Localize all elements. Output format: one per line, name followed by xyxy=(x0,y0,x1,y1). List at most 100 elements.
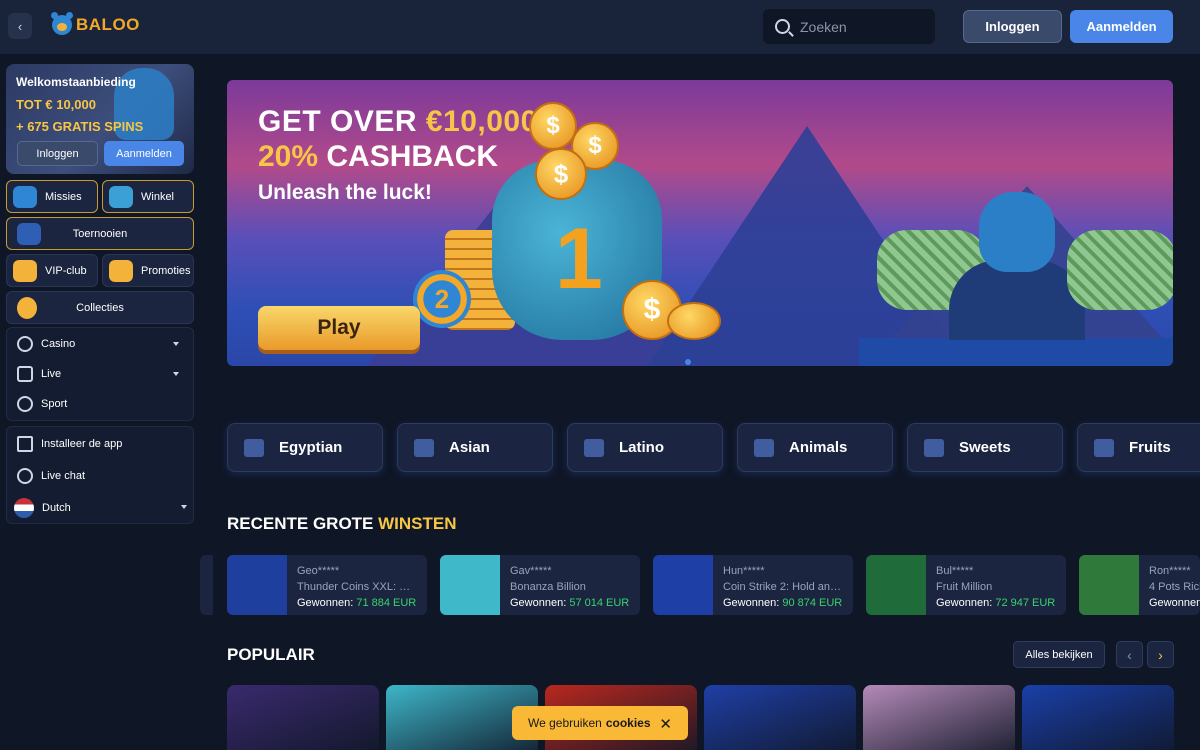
search-box[interactable] xyxy=(763,9,935,44)
win-amount: 72 947 EUR xyxy=(995,597,1056,609)
shop-tile[interactable]: Winkel xyxy=(102,180,194,213)
won-label: Gewonnen: xyxy=(936,597,996,609)
caret-down-icon xyxy=(173,342,179,346)
spade-icon xyxy=(17,336,33,352)
banner-subline: Unleash the luck! xyxy=(258,181,432,204)
nav-sport[interactable]: Sport xyxy=(7,389,193,419)
popular-title: POPULAIR xyxy=(227,645,315,664)
game-card[interactable] xyxy=(863,685,1015,750)
promo-title: Welkomstaanbieding xyxy=(16,75,136,89)
tournaments-tile[interactable]: Toernooien xyxy=(6,217,194,250)
category-label: Animals xyxy=(789,439,848,456)
win-card[interactable]: Bul***** Fruit Million Gewonnen: 72 947 EU… xyxy=(866,555,1066,615)
casino-chip-image: 2 xyxy=(413,270,471,328)
win-card-partial xyxy=(200,555,213,615)
close-icon[interactable]: ✕ xyxy=(659,715,672,733)
win-card[interactable]: Geo***** Thunder Coins XXL: Hold and Win G… xyxy=(227,555,427,615)
nav-casino[interactable]: Casino xyxy=(7,329,193,359)
next-arrow-button[interactable]: › xyxy=(1147,641,1174,668)
prev-arrow-button[interactable]: ‹ xyxy=(1116,641,1143,668)
category-label: Asian xyxy=(449,439,490,456)
search-input[interactable] xyxy=(800,18,920,35)
main-nav: Casino Live Sport xyxy=(6,327,194,421)
install-app-label: Installeer de app xyxy=(41,438,123,450)
win-card[interactable]: Ron***** 4 Pots Riches Gewonnen: xyxy=(1079,555,1200,615)
banner-cashback: 20% CASHBACK xyxy=(258,140,499,173)
collections-label: Collecties xyxy=(76,301,124,314)
game-card[interactable] xyxy=(1022,685,1174,750)
category-icon xyxy=(754,438,774,457)
coin-icon: $ xyxy=(529,102,577,150)
install-app-item[interactable]: Installeer de app xyxy=(7,428,193,460)
promo-amount: TOT € 10,000 xyxy=(16,97,96,112)
win-game: Thunder Coins XXL: Hold and Win xyxy=(297,581,417,593)
vip-label: VIP-club xyxy=(45,264,87,277)
win-card[interactable]: Gav***** Bonanza Billion Gewonnen: 57 014 … xyxy=(440,555,640,615)
bear-suit-image xyxy=(949,260,1085,340)
logo[interactable]: BALOO xyxy=(51,12,140,35)
welcome-offer-card[interactable]: Welkomstaanbieding TOT € 10,000 + 675 GR… xyxy=(6,64,194,174)
play-button[interactable]: Play xyxy=(258,306,420,350)
chat-bubble-icon xyxy=(17,468,33,484)
category-latino[interactable]: Latino xyxy=(567,423,723,472)
coin-icon xyxy=(667,302,721,340)
win-card[interactable]: Hun***** Coin Strike 2: Hold and Win Gewon… xyxy=(653,555,853,615)
search-icon xyxy=(775,19,790,34)
shield-star-icon xyxy=(17,223,41,245)
nav-live-label: Live xyxy=(41,368,62,380)
sidebar: Welkomstaanbieding TOT € 10,000 + 675 GR… xyxy=(0,54,200,750)
ball-icon xyxy=(17,396,33,412)
category-asian[interactable]: Asian xyxy=(397,423,553,472)
game-card[interactable] xyxy=(227,685,379,750)
promotions-tile[interactable]: Promoties xyxy=(102,254,194,287)
promo-login-button[interactable]: Inloggen xyxy=(17,141,98,166)
win-user: Ron***** xyxy=(1149,565,1191,577)
category-animals[interactable]: Animals xyxy=(737,423,893,472)
vip-tile[interactable]: VIP-club xyxy=(6,254,98,287)
secondary-nav: Installeer de app Live chat Dutch xyxy=(6,426,194,524)
crown-icon xyxy=(13,259,37,282)
logo-text: BALOO xyxy=(76,15,140,34)
login-button[interactable]: Inloggen xyxy=(963,10,1062,43)
language-select[interactable]: Dutch xyxy=(7,492,193,524)
category-icon xyxy=(244,438,264,457)
category-fruits[interactable]: Fruits xyxy=(1077,423,1200,472)
bear-mascot-image xyxy=(979,192,1055,272)
tournaments-label: Toernooien xyxy=(72,227,128,240)
poker-table-image xyxy=(859,338,1173,366)
live-chat-item[interactable]: Live chat xyxy=(7,460,193,492)
promo-register-button[interactable]: Aanmelden xyxy=(104,141,184,166)
cash-fan-image xyxy=(1067,230,1173,310)
won-label: Gewonnen: xyxy=(1149,597,1200,609)
top-header: ‹ BALOO Inloggen Aanmelden xyxy=(0,0,1200,54)
cookie-bold: cookies xyxy=(605,716,651,730)
cookie-banner: We gebruiken cookies ✕ xyxy=(512,706,688,740)
won-label: Gewonnen: xyxy=(723,597,783,609)
missions-tile[interactable]: Missies xyxy=(6,180,98,213)
nav-live[interactable]: Live xyxy=(7,359,193,389)
collections-tile[interactable]: Collecties xyxy=(6,291,194,324)
category-icon xyxy=(1094,438,1114,457)
hero-banner[interactable]: GET OVER €10,000 + 20% CASHBACK Unleash … xyxy=(227,80,1173,366)
caret-down-icon xyxy=(181,505,187,509)
back-button[interactable]: ‹ xyxy=(8,13,32,39)
category-egyptian[interactable]: Egyptian xyxy=(227,423,383,472)
nav-sport-label: Sport xyxy=(41,398,68,410)
win-amount: 90 874 EUR xyxy=(782,597,843,609)
cookie-text: We gebruiken xyxy=(528,716,602,730)
medal-icon xyxy=(17,297,37,319)
game-card[interactable] xyxy=(704,685,856,750)
carousel-dot[interactable] xyxy=(685,359,691,365)
category-label: Sweets xyxy=(959,439,1011,456)
category-sweets[interactable]: Sweets xyxy=(907,423,1063,472)
caret-down-icon xyxy=(173,372,179,376)
netherlands-flag-icon xyxy=(14,498,34,518)
bag-number: 1 xyxy=(555,211,603,307)
bear-logo-icon xyxy=(51,12,73,35)
shop-icon xyxy=(109,185,133,208)
register-button[interactable]: Aanmelden xyxy=(1070,10,1173,43)
view-all-button[interactable]: Alles bekijken xyxy=(1013,641,1105,668)
win-game: 4 Pots Riches xyxy=(1149,581,1200,593)
win-user: Gav***** xyxy=(510,565,552,577)
win-amount: 57 014 EUR xyxy=(569,597,630,609)
